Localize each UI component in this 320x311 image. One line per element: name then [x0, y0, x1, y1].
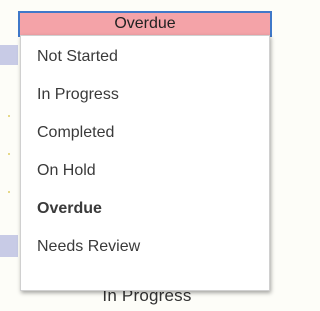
status-select[interactable]: Overdue	[18, 11, 272, 37]
option-in-progress[interactable]: In Progress	[21, 76, 269, 114]
option-needs-review[interactable]: Needs Review	[21, 228, 269, 266]
background-row-band	[0, 45, 18, 65]
background-grid-mark	[8, 153, 10, 155]
status-dropdown-list: Not Started In Progress Completed On Hol…	[20, 35, 270, 291]
option-not-started[interactable]: Not Started	[21, 38, 269, 76]
option-completed[interactable]: Completed	[21, 114, 269, 152]
option-on-hold[interactable]: On Hold	[21, 152, 269, 190]
background-grid-mark	[8, 191, 10, 193]
background-grid-mark	[8, 115, 10, 117]
status-select-value: Overdue	[114, 15, 176, 32]
background-row-band	[0, 235, 18, 257]
option-overdue[interactable]: Overdue	[21, 190, 269, 228]
